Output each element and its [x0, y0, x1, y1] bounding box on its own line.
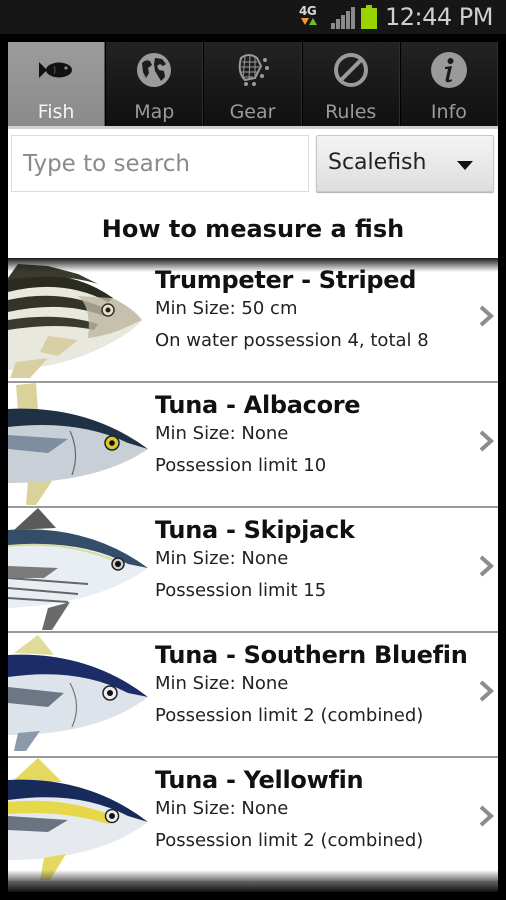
fish-limit: Possession limit 2 (combined)	[155, 830, 424, 851]
tab-bar: Fish Map Gear Rules Info	[8, 42, 498, 129]
upload-arrow-icon	[309, 18, 317, 25]
fish-limit: Possession limit 2 (combined)	[155, 705, 424, 726]
globe-icon	[134, 52, 174, 88]
tab-info[interactable]: Info	[399, 42, 498, 126]
battery-icon	[361, 5, 377, 29]
download-arrow-icon	[301, 18, 309, 25]
skipjack-fish-image	[8, 508, 148, 631]
fish-min-size: Min Size: None	[155, 673, 289, 694]
list-item[interactable]: Tuna - Skipjack Min Size: None Possessio…	[8, 508, 498, 633]
prohibited-icon	[331, 52, 371, 88]
tab-label: Gear	[229, 101, 276, 123]
chevron-right-icon	[479, 430, 494, 452]
category-selected-value: Scalefish	[328, 150, 427, 175]
fish-min-size: Min Size: None	[155, 423, 289, 444]
fish-limit: Possession limit 15	[155, 580, 327, 601]
fish-min-size: Min Size: None	[155, 798, 289, 819]
fish-icon	[36, 52, 76, 88]
tab-label: Info	[430, 101, 467, 123]
fish-min-size: Min Size: None	[155, 548, 289, 569]
chevron-right-icon	[479, 805, 494, 827]
network-4g-icon: 4G	[298, 4, 320, 30]
chevron-right-icon	[479, 555, 494, 577]
net-gear-icon	[233, 52, 273, 88]
tab-label: Fish	[37, 101, 75, 123]
app-window: Fish Map Gear Rules Info Type to search …	[8, 42, 498, 892]
fish-limit: Possession limit 10	[155, 455, 327, 476]
list-item[interactable]: Tuna - Albacore Min Size: None Possessio…	[8, 383, 498, 508]
trumpeter-fish-image	[8, 258, 148, 381]
signal-icon	[331, 7, 355, 29]
network-type-label: 4G	[299, 4, 317, 18]
fish-name: Tuna - Skipjack	[155, 516, 355, 544]
tab-gear[interactable]: Gear	[203, 42, 302, 126]
fish-name: Tuna - Albacore	[155, 391, 361, 419]
tab-rules[interactable]: Rules	[301, 42, 400, 126]
dropdown-caret-icon	[457, 161, 473, 170]
list-item[interactable]: Tuna - Yellowfin Min Size: None Possessi…	[8, 758, 498, 883]
how-to-measure-button[interactable]: How to measure a fish	[8, 202, 498, 256]
bluefin-fish-image	[8, 633, 148, 756]
category-dropdown[interactable]: Scalefish	[316, 135, 494, 192]
fish-min-size: Min Size: 50 cm	[155, 298, 298, 319]
status-bar: 4G 12:44 PM	[0, 0, 506, 34]
fish-name: Tuna - Southern Bluefin	[155, 641, 468, 669]
info-icon	[429, 52, 469, 88]
list-item[interactable]: Trumpeter - Striped Min Size: 50 cm On w…	[8, 258, 498, 383]
yellowfin-fish-image	[8, 758, 148, 881]
search-row: Scalefish	[8, 132, 498, 198]
tab-map[interactable]: Map	[105, 42, 204, 126]
albacore-fish-image	[8, 383, 148, 506]
tab-label: Map	[134, 101, 175, 123]
clock: 12:44 PM	[385, 3, 493, 31]
list-item[interactable]: Tuna - Southern Bluefin Min Size: None P…	[8, 633, 498, 758]
chevron-right-icon	[479, 680, 494, 702]
search-input[interactable]	[11, 135, 309, 192]
tab-fish[interactable]: Fish	[8, 42, 106, 126]
fish-limit: On water possession 4, total 8	[155, 330, 429, 351]
fish-name: Trumpeter - Striped	[155, 266, 417, 294]
chevron-right-icon	[479, 305, 494, 327]
fish-name: Tuna - Yellowfin	[155, 766, 364, 794]
tab-label: Rules	[325, 101, 377, 123]
fish-list[interactable]: Trumpeter - Striped Min Size: 50 cm On w…	[8, 258, 498, 892]
